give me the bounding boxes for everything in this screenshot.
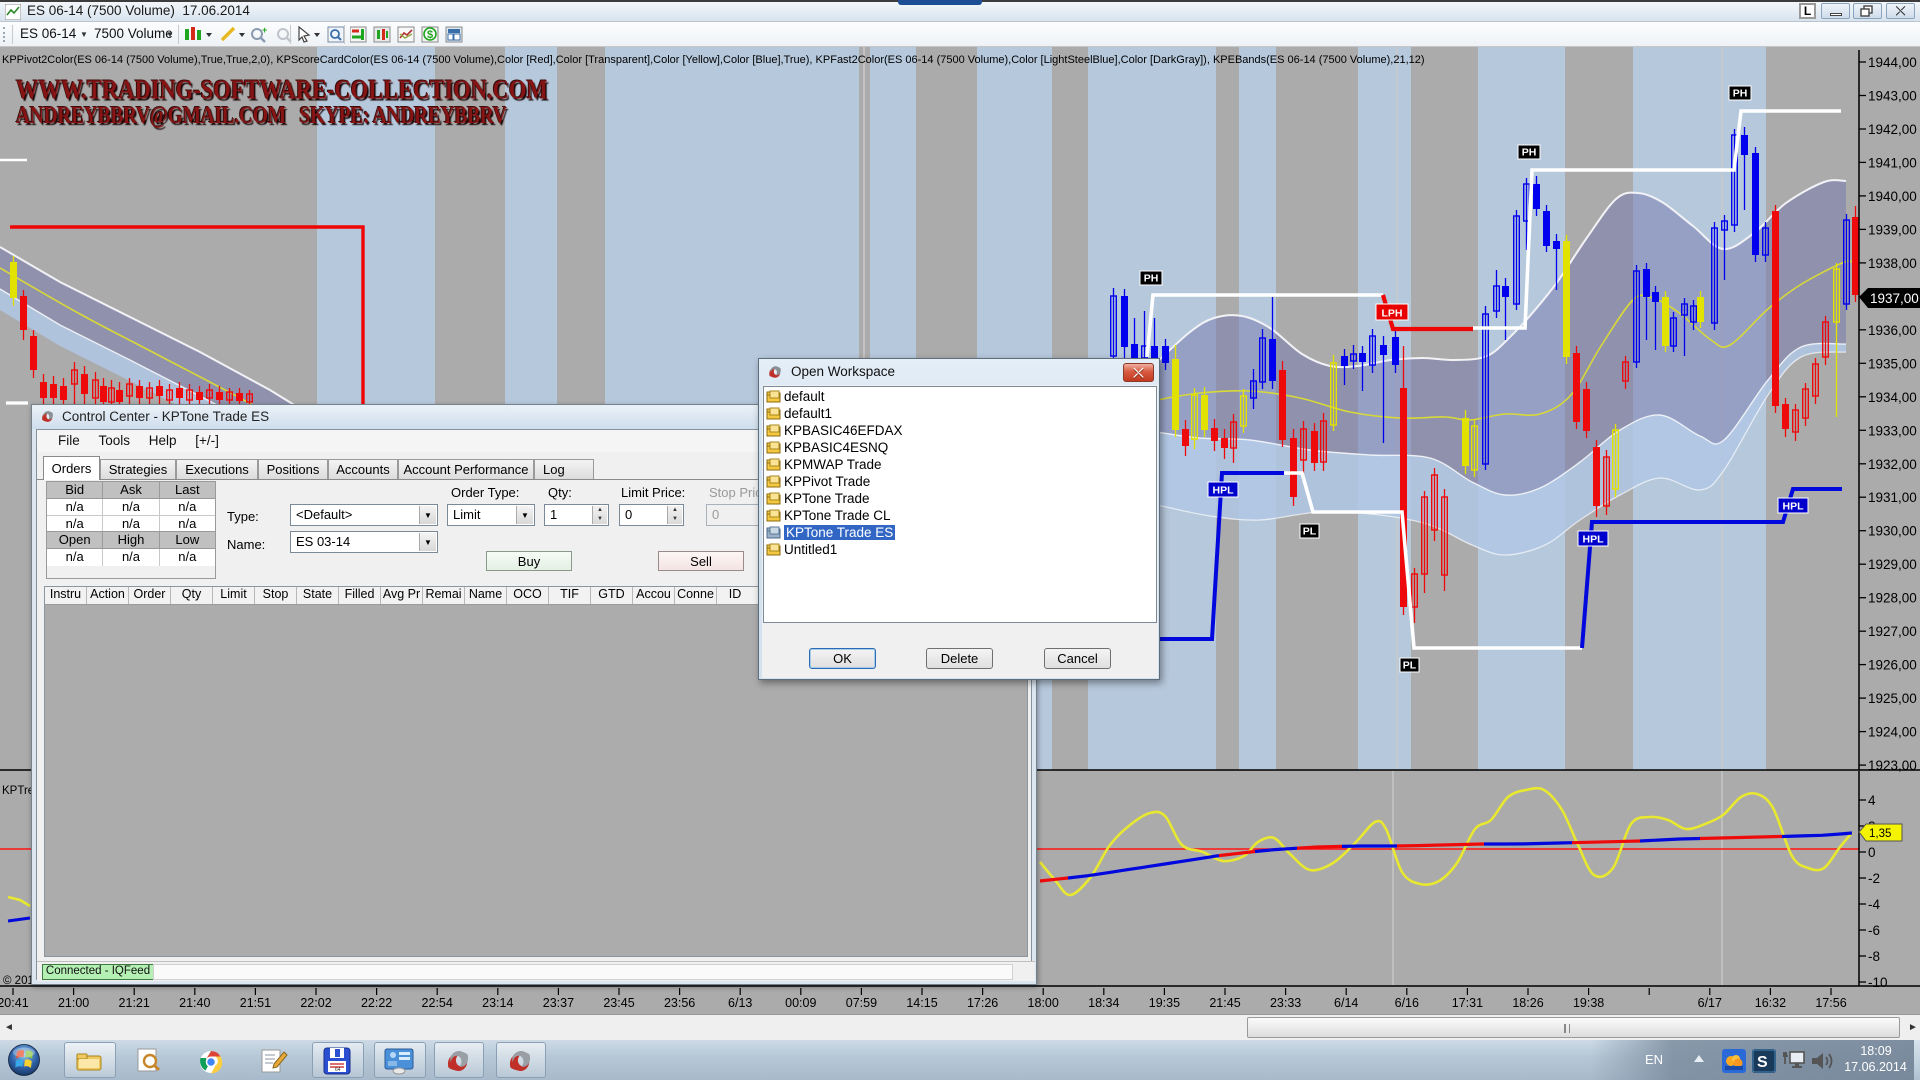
svg-text:6/16: 6/16 — [1395, 996, 1419, 1010]
svg-text:$: $ — [427, 29, 433, 41]
svg-text:17:56: 17:56 — [1815, 996, 1846, 1010]
svg-text:1935,00: 1935,00 — [1868, 356, 1917, 371]
svg-text:22:02: 22:02 — [300, 996, 331, 1010]
svg-text:+: + — [262, 26, 267, 35]
svg-text:1925,00: 1925,00 — [1868, 691, 1917, 706]
svg-text:23:33: 23:33 — [1270, 996, 1301, 1010]
svg-text:20:41: 20:41 — [0, 996, 29, 1010]
svg-text:1929,00: 1929,00 — [1868, 557, 1917, 572]
svg-text:KPTre: KPTre — [2, 785, 34, 797]
svg-text:-8: -8 — [1868, 949, 1880, 964]
svg-text:-10: -10 — [1868, 975, 1888, 990]
svg-text:1937,00: 1937,00 — [1870, 291, 1919, 306]
svg-text:18:26: 18:26 — [1512, 996, 1543, 1010]
svg-text:23:37: 23:37 — [543, 996, 574, 1010]
svg-text:1941,00: 1941,00 — [1868, 155, 1917, 170]
svg-text:14:15: 14:15 — [906, 996, 937, 1010]
svg-text:17:26: 17:26 — [967, 996, 998, 1010]
svg-text:00:09: 00:09 — [785, 996, 816, 1010]
svg-text:KPPivot2Color(ES 06-14 (7500 V: KPPivot2Color(ES 06-14 (7500 Volume),Tru… — [2, 54, 1425, 66]
svg-text:22:22: 22:22 — [361, 996, 392, 1010]
svg-text:6/14: 6/14 — [1334, 996, 1358, 1010]
svg-text:17:31: 17:31 — [1452, 996, 1483, 1010]
svg-text:1928,00: 1928,00 — [1868, 591, 1917, 606]
svg-text:PL: PL — [1403, 660, 1417, 672]
svg-text:23:45: 23:45 — [603, 996, 634, 1010]
svg-text:1924,00: 1924,00 — [1868, 725, 1917, 740]
svg-text:PH: PH — [1522, 147, 1537, 159]
svg-text:64: 64 — [335, 1067, 341, 1073]
svg-text:HPL: HPL — [1583, 534, 1605, 546]
svg-text:6/13: 6/13 — [728, 996, 752, 1010]
svg-text:16:32: 16:32 — [1755, 996, 1786, 1010]
svg-text:1936,00: 1936,00 — [1868, 323, 1917, 338]
svg-text:-6: -6 — [1868, 923, 1880, 938]
svg-text:-2: -2 — [1868, 871, 1880, 886]
svg-text:18:00: 18:00 — [1028, 996, 1059, 1010]
svg-text:21:51: 21:51 — [240, 996, 271, 1010]
svg-text:1932,00: 1932,00 — [1868, 457, 1917, 472]
svg-text:1931,00: 1931,00 — [1868, 490, 1917, 505]
svg-text:21:40: 21:40 — [179, 996, 210, 1010]
svg-text:HPL: HPL — [1783, 501, 1805, 513]
svg-text:1944,00: 1944,00 — [1868, 55, 1917, 70]
svg-text:1933,00: 1933,00 — [1868, 423, 1917, 438]
svg-text:18:34: 18:34 — [1088, 996, 1119, 1010]
svg-text:0: 0 — [1868, 845, 1876, 860]
svg-text:07:59: 07:59 — [846, 996, 877, 1010]
svg-text:1,35: 1,35 — [1869, 828, 1891, 840]
svg-text:1923,00: 1923,00 — [1868, 758, 1917, 773]
svg-text:1940,00: 1940,00 — [1868, 189, 1917, 204]
svg-text:1939,00: 1939,00 — [1868, 222, 1917, 237]
svg-text:© 201: © 201 — [3, 975, 34, 987]
svg-text:23:14: 23:14 — [482, 996, 513, 1010]
svg-text:1943,00: 1943,00 — [1868, 89, 1917, 104]
svg-text:4: 4 — [1868, 793, 1876, 808]
svg-text:21:21: 21:21 — [119, 996, 150, 1010]
svg-text:1926,00: 1926,00 — [1868, 658, 1917, 673]
svg-text:S: S — [1757, 1054, 1768, 1071]
svg-text:1927,00: 1927,00 — [1868, 624, 1917, 639]
svg-text:1930,00: 1930,00 — [1868, 524, 1917, 539]
svg-text:PH: PH — [1144, 273, 1159, 285]
svg-text:1942,00: 1942,00 — [1868, 122, 1917, 137]
svg-text:23:56: 23:56 — [664, 996, 695, 1010]
svg-text:21:45: 21:45 — [1209, 996, 1240, 1010]
svg-text:1938,00: 1938,00 — [1868, 256, 1917, 271]
svg-text:19:38: 19:38 — [1573, 996, 1604, 1010]
svg-text:21:00: 21:00 — [58, 996, 89, 1010]
svg-text:22:54: 22:54 — [422, 996, 453, 1010]
svg-text:PH: PH — [1733, 88, 1748, 100]
svg-text:HPL: HPL — [1213, 485, 1235, 497]
svg-text:PL: PL — [1303, 526, 1317, 538]
svg-text:19:35: 19:35 — [1149, 996, 1180, 1010]
svg-text:-4: -4 — [1868, 897, 1880, 912]
svg-text:6/17: 6/17 — [1698, 996, 1722, 1010]
svg-text:1934,00: 1934,00 — [1868, 390, 1917, 405]
svg-text:LPH: LPH — [1382, 308, 1403, 320]
